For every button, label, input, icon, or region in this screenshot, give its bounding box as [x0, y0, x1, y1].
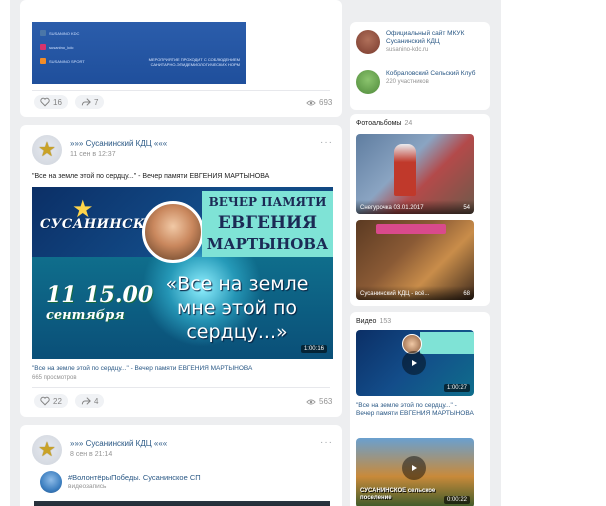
- link-title: Кобраловский Сельский Клуб: [386, 70, 476, 77]
- share-icon: [81, 397, 91, 405]
- link-avatar: [356, 30, 380, 54]
- album-thumbnail[interactable]: Сусанинский КДЦ - всё... 68: [356, 220, 474, 300]
- banner-line: ВЕЧЕР ПАМЯТИ: [208, 195, 327, 209]
- vk-icon: [40, 30, 46, 36]
- videos-block: Видео 153 1:00:27 "Все на земле этой по с…: [350, 312, 490, 506]
- play-icon: [412, 465, 417, 471]
- videos-header[interactable]: Видео 153: [356, 318, 391, 325]
- event-quote: «Все на земле мне этой по сердцу...»: [165, 273, 309, 343]
- event-date: 11 15.00 сентября: [46, 282, 154, 323]
- eye-icon: [306, 399, 316, 404]
- heart-icon: [40, 396, 50, 406]
- star-icon: ★: [38, 139, 56, 161]
- video-thumbnail[interactable]: СУСАНИНСКОЕ сельское поселение 0:00:22: [356, 438, 474, 506]
- video-thumbnail[interactable]: 1:00:27: [356, 330, 474, 396]
- link-subtitle: susanino-kdc.ru: [386, 47, 429, 53]
- title-banner: ВЕЧЕР ПАМЯТИ ЕВГЕНИЯ МАРТЫНОВА: [202, 191, 333, 257]
- repost-subtitle: видеозапись: [68, 483, 107, 490]
- santa-figure: [394, 144, 416, 196]
- social-line: susanino_kdc: [40, 44, 73, 50]
- portrait: [142, 201, 204, 263]
- link-avatar: [356, 70, 380, 94]
- ok-icon: [40, 58, 46, 64]
- albums-block: Фотоальбомы 24 Снегурочка 03.01.2017 54 Су…: [350, 114, 490, 306]
- avatar[interactable]: ★: [32, 135, 62, 165]
- repost-avatar[interactable]: [40, 471, 62, 493]
- thumb-banner: [420, 332, 474, 354]
- like-button[interactable]: 16: [34, 95, 68, 109]
- video-duration: 1:00:27: [443, 384, 470, 392]
- thumb-overlay-text: СУСАНИНСКОЕ сельское поселение: [360, 488, 436, 501]
- instagram-icon: [40, 44, 46, 50]
- views-counter: 563: [306, 397, 332, 406]
- post-card: ★ »»» Сусанинский КДЦ ««« 8 сен в 21:14 …: [20, 425, 342, 506]
- video-title-link[interactable]: "Все на земле этой по сердцу..." - Вечер…: [356, 402, 476, 418]
- more-icon[interactable]: ···: [320, 137, 333, 148]
- link-title: Официальный сайт МКУК Сусанинский КДЦ: [386, 30, 465, 45]
- post-text: "Все на земле этой по сердцу..." - Вечер…: [32, 173, 270, 180]
- post-card: SUSANINO KDC susanino_kdc SUSANINO SPORT…: [20, 0, 342, 117]
- post-date[interactable]: 11 сен в 12:37: [70, 151, 116, 158]
- play-button[interactable]: [402, 456, 426, 480]
- banner-note: МЕРОПРИЯТИЕ ПРОХОДИТ С СОБЛЮДЕНИЕМ САНИТ…: [148, 57, 240, 67]
- banner-line: МАРТЫНОВА: [206, 235, 329, 253]
- star-icon: ★: [38, 439, 56, 461]
- banner-strip: [376, 224, 446, 234]
- video-duration: 0:00:22: [443, 496, 470, 504]
- albums-header[interactable]: Фотоальбомы 24: [356, 120, 412, 127]
- post-date[interactable]: 8 сен в 21:14: [70, 451, 112, 458]
- repost-title[interactable]: #ВолонтёрыПобеды. Сусанинское СП: [68, 473, 201, 482]
- share-button[interactable]: 7: [75, 95, 105, 109]
- play-button[interactable]: [402, 351, 426, 375]
- links-block: Официальный сайт МКУК Сусанинский КДЦ su…: [350, 22, 490, 110]
- divider: [32, 387, 330, 388]
- share-button[interactable]: 4: [75, 394, 105, 408]
- more-icon[interactable]: ···: [320, 437, 333, 448]
- avatar[interactable]: ★: [32, 435, 62, 465]
- play-icon: [412, 360, 417, 366]
- link-item[interactable]: Официальный сайт МКУК Сусанинский КДЦ su…: [356, 30, 490, 54]
- album-label: Сусанинский КДЦ - всё... 68: [356, 286, 474, 300]
- post-author[interactable]: »»» Сусанинский КДЦ «««: [70, 139, 167, 148]
- views-counter: 693: [306, 98, 332, 107]
- video-duration: 1:00:16: [300, 345, 327, 353]
- divider: [32, 90, 330, 91]
- album-label: Снегурочка 03.01.2017 54: [356, 200, 474, 214]
- post-author[interactable]: »»» Сусанинский КДЦ «««: [70, 439, 167, 448]
- video-views: 665 просмотров: [32, 375, 77, 381]
- album-thumbnail[interactable]: Снегурочка 03.01.2017 54: [356, 134, 474, 214]
- link-subtitle: 220 участников: [386, 79, 429, 85]
- social-line: SUSANINO SPORT: [40, 58, 85, 64]
- link-item[interactable]: Кобраловский Сельский Клуб 220 участнико…: [356, 70, 490, 94]
- social-line: SUSANINO KDC: [40, 30, 79, 36]
- video-title-link[interactable]: "Все на земле этой по сердцу..." - Вечер…: [32, 365, 252, 372]
- banner-line: ЕВГЕНИЯ: [217, 213, 318, 233]
- share-icon: [81, 98, 91, 106]
- video-preview[interactable]: ★ СУСАНИНСКИЙ ВЕЧЕР ПАМЯТИ ЕВГЕНИЯ МАРТЫ…: [32, 187, 333, 359]
- post-card: ★ »»» Сусанинский КДЦ ««« 11 сен в 12:37…: [20, 125, 342, 417]
- like-button[interactable]: 22: [34, 394, 68, 408]
- post-image[interactable]: SUSANINO KDC susanino_kdc SUSANINO SPORT…: [32, 22, 246, 84]
- heart-icon: [40, 97, 50, 107]
- post-image[interactable]: [34, 501, 330, 506]
- eye-icon: [306, 100, 316, 105]
